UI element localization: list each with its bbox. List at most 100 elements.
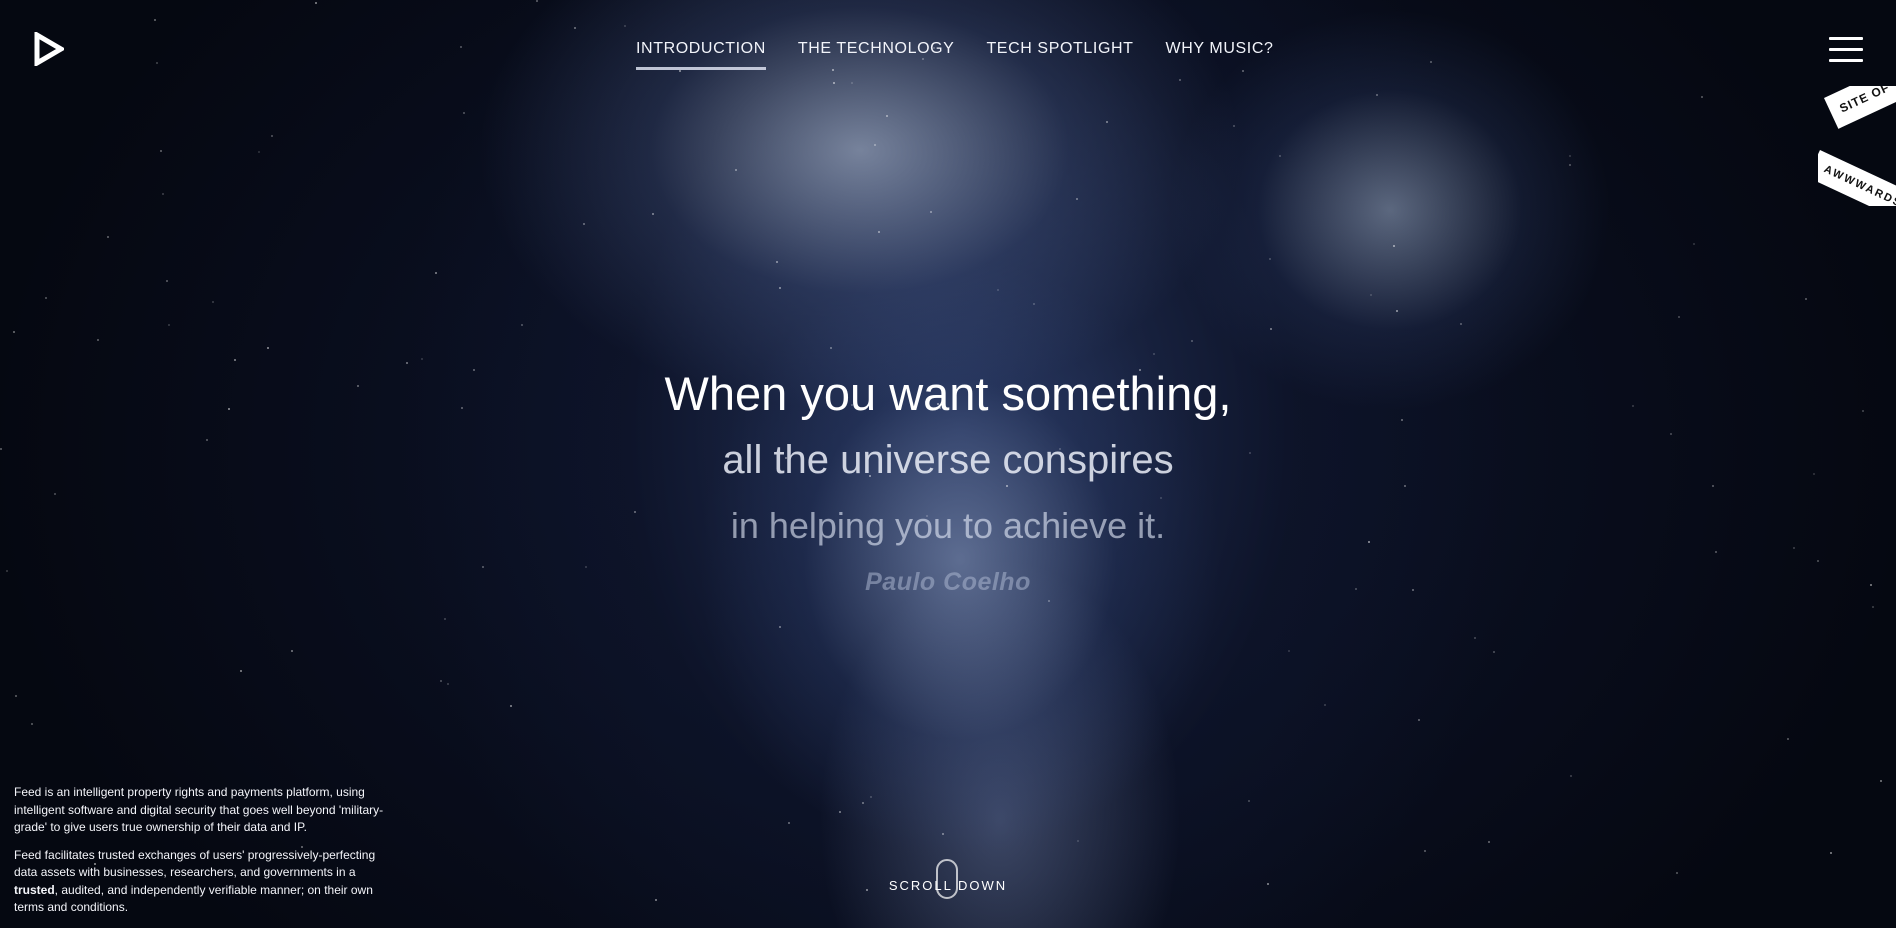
about-paragraph-2-end: , audited, and independently verifiable … [14, 882, 373, 915]
star [315, 2, 317, 4]
star [1376, 94, 1378, 96]
star [1396, 310, 1398, 312]
star [156, 62, 158, 64]
quote-author: Paulo Coelho [865, 568, 1031, 596]
star [234, 359, 236, 361]
star [930, 211, 932, 213]
star [1393, 245, 1395, 247]
star [1430, 61, 1432, 63]
main-nav: INTRODUCTION THE TECHNOLOGY TECH SPOTLIG… [636, 40, 1273, 70]
star [536, 0, 538, 2]
star [1048, 600, 1050, 602]
star [435, 272, 437, 274]
star [788, 822, 790, 824]
award-ribbon-bottom: AWWWARDS [1818, 150, 1896, 206]
star [440, 680, 442, 682]
star [851, 82, 853, 84]
star [421, 358, 423, 360]
star [510, 705, 512, 707]
star [1805, 298, 1807, 300]
star [166, 280, 168, 282]
star [460, 46, 462, 48]
star [1678, 316, 1680, 318]
star [1270, 328, 1272, 330]
star [168, 324, 170, 326]
star [1701, 96, 1703, 98]
star [839, 811, 841, 813]
star [1106, 121, 1108, 123]
star [1493, 651, 1495, 653]
scroll-down-button[interactable]: SCROLL DOWN [858, 858, 1038, 904]
star [1830, 852, 1832, 854]
star [1191, 340, 1193, 342]
star [212, 301, 214, 303]
star [886, 115, 888, 117]
star [1269, 258, 1271, 260]
star [240, 670, 242, 672]
star [1153, 353, 1155, 355]
play-triangle-icon[interactable] [34, 30, 66, 68]
star [444, 618, 446, 620]
star [1872, 606, 1874, 608]
nav-why-music[interactable]: WHY MUSIC? [1166, 40, 1274, 70]
quote-line-2: all the universe conspires [722, 438, 1174, 482]
star [1693, 243, 1695, 245]
star [574, 27, 576, 29]
star [521, 324, 523, 326]
hamburger-menu-icon[interactable] [1829, 37, 1863, 62]
about-paragraph-1: Feed is an intelligent property rights a… [14, 785, 384, 834]
star [870, 796, 872, 798]
star [1880, 780, 1882, 782]
nav-introduction[interactable]: INTRODUCTION [636, 40, 766, 70]
star [15, 695, 17, 697]
star [1179, 79, 1181, 81]
star [779, 626, 781, 628]
star [1460, 323, 1462, 325]
hero-quote: When you want something, all the univers… [0, 362, 1896, 597]
star [271, 135, 273, 137]
about-paragraph-2-bold: trusted [14, 882, 55, 897]
nav-tech-spotlight[interactable]: TECH SPOTLIGHT [986, 40, 1133, 70]
star [463, 112, 465, 114]
star [107, 236, 109, 238]
star [1248, 800, 1250, 802]
quote-line-3: in helping you to achieve it. [730, 505, 1166, 546]
star [833, 82, 835, 84]
star [830, 347, 832, 349]
star [1233, 125, 1235, 127]
star [862, 802, 864, 804]
star [1370, 294, 1372, 296]
star [874, 144, 876, 146]
star [1488, 841, 1490, 843]
star [1676, 872, 1678, 874]
about-text: Feed is an intelligent property rights a… [14, 784, 394, 927]
star [45, 297, 47, 299]
star [267, 347, 269, 349]
star [447, 683, 449, 685]
star [31, 723, 33, 725]
star [1324, 704, 1326, 706]
star [624, 25, 626, 27]
star [160, 150, 162, 152]
awwwards-ribbon[interactable]: SITE OF THE DAY AWWWARDS [1818, 86, 1896, 206]
star [735, 169, 737, 171]
star [13, 331, 15, 333]
star [878, 231, 880, 233]
about-paragraph-2: Feed facilitates trusted exchanges of us… [14, 847, 394, 917]
star [655, 899, 657, 901]
star [162, 193, 164, 195]
star [1267, 883, 1269, 885]
star [1569, 164, 1571, 166]
star [1474, 637, 1476, 639]
about-paragraph-2-start: Feed facilitates trusted exchanges of us… [14, 847, 376, 880]
star [1787, 738, 1789, 740]
star [1569, 155, 1571, 157]
star [652, 213, 654, 215]
star [583, 223, 585, 225]
nav-the-technology[interactable]: THE TECHNOLOGY [798, 40, 955, 70]
award-ribbon-top: SITE OF THE DAY [1824, 86, 1896, 129]
star [154, 19, 156, 21]
star [679, 70, 681, 72]
star [1242, 70, 1244, 72]
star [291, 650, 293, 652]
